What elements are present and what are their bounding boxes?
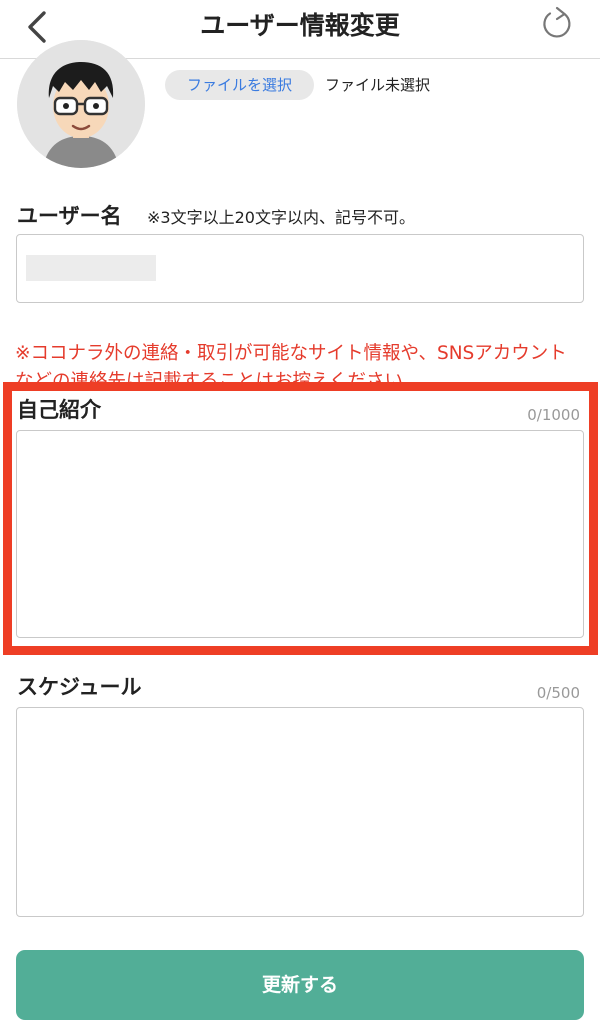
username-hint: ※3文字以上20文字以内、記号不可。 <box>147 208 415 227</box>
username-input[interactable] <box>16 234 584 303</box>
avatar <box>17 40 145 168</box>
avatar-illustration <box>17 40 145 168</box>
username-label: ユーザー名 <box>17 204 122 228</box>
update-button[interactable]: 更新する <box>16 950 584 1020</box>
page-title: ユーザー情報変更 <box>200 11 400 40</box>
highlight-frame <box>3 382 598 655</box>
schedule-textarea[interactable] <box>16 707 584 917</box>
masked-username <box>26 255 156 281</box>
refresh-icon <box>543 6 571 38</box>
file-status-text: ファイル未選択 <box>325 76 431 94</box>
warning-text: ※ココナラ外の連絡・取引が可能なサイト情報や、SNSアカウントなどの連絡先は記載… <box>15 343 567 384</box>
choose-file-button[interactable]: ファイルを選択 <box>165 70 314 100</box>
refresh-button[interactable] <box>540 6 574 40</box>
schedule-label: スケジュール <box>17 675 142 699</box>
schedule-counter: 0/500 <box>536 684 580 702</box>
